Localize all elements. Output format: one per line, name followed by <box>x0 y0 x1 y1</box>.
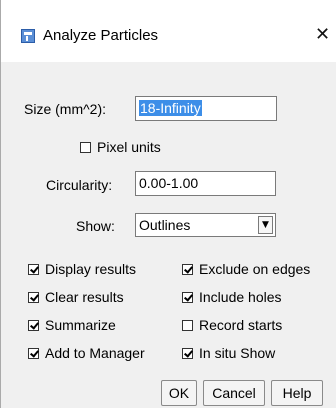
show-selected-value: Outlines <box>139 217 191 233</box>
circularity-input-value: 0.00-1.00 <box>139 175 199 191</box>
record-starts-box[interactable] <box>182 319 193 331</box>
exclude-on-edges-checkbox[interactable]: Exclude on edges <box>182 261 310 277</box>
record-starts-label: Record starts <box>199 317 283 333</box>
size-input-value: 18-Infinity <box>139 100 202 116</box>
clear-results-box[interactable] <box>28 291 39 303</box>
show-label: Show: <box>76 218 115 234</box>
circularity-input[interactable]: 0.00-1.00 <box>135 171 276 196</box>
summarize-checkbox[interactable]: Summarize <box>28 317 116 333</box>
display-results-box[interactable] <box>28 263 39 275</box>
analyze-particles-dialog: Analyze Particles ✕ Size (mm^2): 18-Infi… <box>0 0 336 408</box>
pixel-units-label: Pixel units <box>97 139 161 155</box>
include-holes-checkbox[interactable]: Include holes <box>182 289 282 305</box>
show-select[interactable]: Outlines ▼ <box>135 213 276 237</box>
in-situ-show-label: In situ Show <box>199 345 276 361</box>
close-icon[interactable]: ✕ <box>315 24 336 46</box>
pixel-units-checkbox[interactable]: Pixel units <box>80 139 161 155</box>
in-situ-show-box[interactable] <box>182 347 193 359</box>
exclude-on-edges-box[interactable] <box>182 263 193 275</box>
circularity-label: Circularity: <box>46 177 113 193</box>
in-situ-show-checkbox[interactable]: In situ Show <box>182 345 275 361</box>
size-input[interactable]: 18-Infinity <box>135 96 277 121</box>
clear-results-label: Clear results <box>45 289 124 305</box>
title-bar: Analyze Particles ✕ <box>1 0 336 62</box>
display-results-checkbox[interactable]: Display results <box>28 261 136 277</box>
summarize-box[interactable] <box>28 319 39 331</box>
include-holes-box[interactable] <box>182 291 193 303</box>
window-title: Analyze Particles <box>43 27 159 44</box>
imagej-icon <box>21 29 35 43</box>
include-holes-label: Include holes <box>199 289 282 305</box>
summarize-label: Summarize <box>45 317 116 333</box>
clear-results-checkbox[interactable]: Clear results <box>28 289 124 305</box>
add-to-manager-label: Add to Manager <box>45 345 145 361</box>
display-results-label: Display results <box>45 261 137 277</box>
cancel-button[interactable]: Cancel <box>203 380 265 406</box>
exclude-on-edges-label: Exclude on edges <box>199 261 311 277</box>
record-starts-checkbox[interactable]: Record starts <box>182 317 282 333</box>
help-button[interactable]: Help <box>271 380 323 406</box>
pixel-units-box[interactable] <box>80 141 91 153</box>
add-to-manager-box[interactable] <box>28 347 39 359</box>
ok-button[interactable]: OK <box>161 380 197 406</box>
chevron-down-icon[interactable]: ▼ <box>258 216 273 234</box>
add-to-manager-checkbox[interactable]: Add to Manager <box>28 345 145 361</box>
size-label: Size (mm^2): <box>24 101 107 117</box>
